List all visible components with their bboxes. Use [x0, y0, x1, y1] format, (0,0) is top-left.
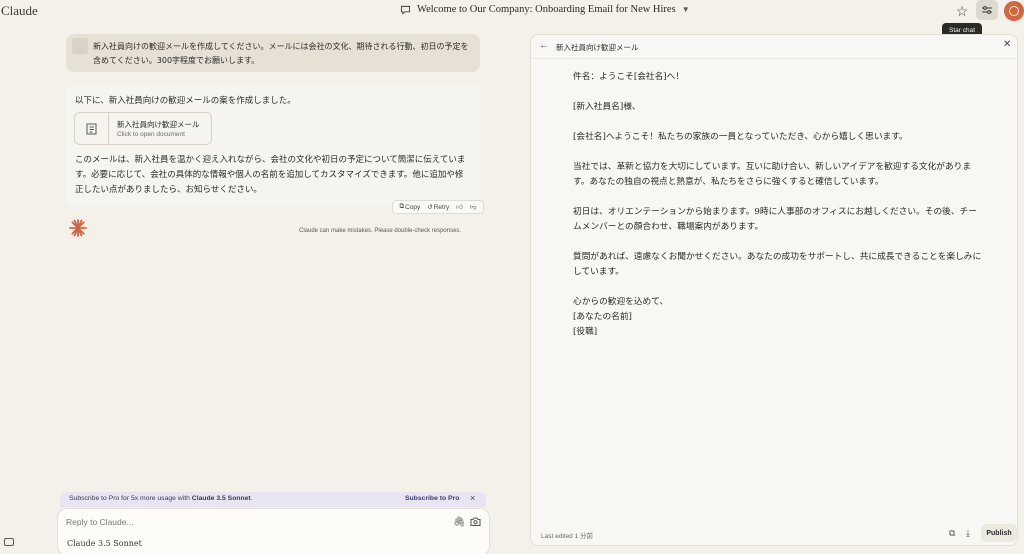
sliders-icon [982, 6, 992, 14]
attach-file-icon[interactable]: 🖇︎ [453, 517, 466, 528]
artifact-panel: ← 新入社員向け歓迎メール ✕ 件名：ようこそ[会社名]へ！ [新入社員名]様、… [530, 34, 1018, 546]
message-actions: ⧉ Copy ↺ Retry 👍︎ 👎︎ [392, 200, 484, 214]
subscribe-banner-text: Subscribe to Pro for 5x more usage with … [69, 495, 253, 502]
chat-title: Welcome to Our Company: Onboarding Email… [417, 4, 676, 15]
artifact-title: 新入社員向け歓迎メール [556, 43, 639, 52]
thumbs-down-icon[interactable]: 👎︎ [470, 203, 477, 211]
chat-settings-button[interactable] [976, 0, 998, 20]
chevron-down-icon: ▼ [681, 5, 690, 14]
star-chat-button[interactable]: ☆ [952, 2, 972, 20]
thumbs-up-icon[interactable]: 👍︎ [456, 203, 463, 211]
publish-button[interactable]: Publish [981, 524, 1017, 542]
avatar-icon [1009, 6, 1019, 16]
chat-bubble-icon [400, 5, 411, 15]
copy-icon: ⧉ [399, 203, 405, 210]
sidebar-toggle-icon[interactable] [4, 538, 14, 546]
user-message-avatar [72, 38, 88, 54]
model-selector[interactable]: Claude 3.5 Sonnet [67, 539, 142, 548]
disclaimer-text: Claude can make mistakes. Please double-… [299, 228, 462, 234]
artifact-card[interactable]: 新入社員向け歓迎メール Click to open document [74, 112, 212, 145]
reply-composer[interactable]: Reply to Claude... Claude 3.5 Sonnet 🖇︎ [57, 508, 490, 554]
email-paragraph: 質問があれば、遠慮なくお聞かせください。あなたの成功をサポートし、共に成長できる… [573, 252, 982, 277]
artifact-header: ← 新入社員向け歓迎メール ✕ [531, 35, 1017, 59]
download-icon[interactable]: ⤓ [966, 528, 970, 539]
close-banner-icon[interactable]: × [470, 493, 475, 503]
copy-button[interactable]: ⧉ Copy [399, 203, 420, 211]
artifact-card-title: 新入社員向け歓迎メール [117, 120, 200, 129]
email-subject: 件名：ようこそ[会社名]へ！ [573, 72, 685, 82]
subscribe-banner: Subscribe to Pro for 5x more usage with … [60, 492, 486, 507]
email-signature-name: [あなたの名前] [573, 312, 632, 322]
email-paragraph: 当社では、革新と協力を大切にしています。互いに助け合い、新しいアイデアを歓迎する… [573, 162, 972, 187]
artifact-content: 件名：ようこそ[会社名]へ！ [新入社員名]様、 [会社名]へようこそ！私たちの… [573, 70, 983, 340]
back-arrow-icon[interactable]: ← [539, 40, 549, 51]
claude-spark-icon [69, 219, 87, 237]
retry-label: Retry [433, 203, 450, 211]
email-greeting: [新入社員名]様、 [573, 102, 641, 112]
close-icon[interactable]: ✕ [1003, 39, 1011, 50]
reply-input[interactable]: Reply to Claude... [66, 517, 134, 527]
artifact-footer: Last edited 1 分前 ⧉ ⤓ Publish [531, 522, 1017, 546]
copy-icon[interactable]: ⧉ [949, 528, 955, 539]
email-signature-title: [役職] [573, 327, 598, 337]
last-edited-text: Last edited 1 分前 [541, 533, 594, 540]
star-icon: ☆ [955, 2, 969, 19]
camera-icon[interactable] [470, 517, 481, 526]
retry-button[interactable]: ↺ Retry [427, 203, 450, 212]
user-message: 新入社員向けの歓迎メールを作成してください。メールには会社の文化、期待される行動… [66, 34, 480, 72]
user-message-text: 新入社員向けの歓迎メールを作成してください。メールには会社の文化、期待される行動… [93, 42, 469, 65]
email-closing: 心からの歓迎を込めて、 [573, 297, 669, 307]
brand-logo[interactable]: Claude [1, 3, 38, 19]
top-bar: Claude Welcome to Our Company: Onboardin… [0, 0, 1024, 24]
artifact-card-subtitle: Click to open document [117, 131, 185, 138]
document-icon [75, 113, 109, 144]
retry-icon: ↺ [427, 204, 433, 211]
copy-label: Copy [405, 203, 421, 211]
assistant-body-text: このメールは、新入社員を温かく迎え入れながら、会社の文化や初日の予定について簡潔… [75, 155, 466, 195]
chat-title-menu[interactable]: Welcome to Our Company: Onboarding Email… [400, 4, 690, 15]
email-paragraph: [会社名]へようこそ！私たちの家族の一員となっていただき、心から嬉しく思います。 [573, 132, 908, 142]
assistant-intro-text: 以下に、新入社員向けの歓迎メールの案を作成しました。 [75, 96, 296, 106]
user-avatar-button[interactable] [1004, 1, 1024, 21]
assistant-message: 以下に、新入社員向けの歓迎メールの案を作成しました。 新入社員向け歓迎メール C… [66, 84, 480, 206]
email-paragraph: 初日は、オリエンテーションから始まります。9時に人事部のオフィスにお越しください… [573, 207, 977, 232]
subscribe-pro-link[interactable]: Subscribe to Pro [405, 495, 459, 502]
